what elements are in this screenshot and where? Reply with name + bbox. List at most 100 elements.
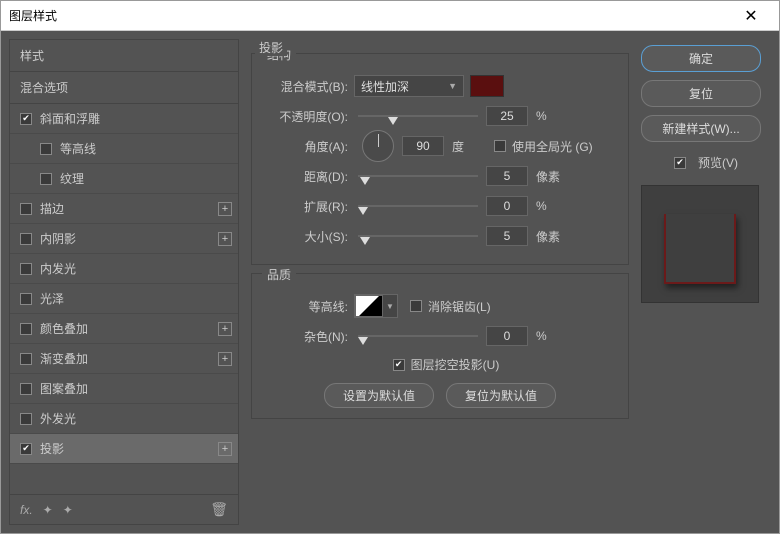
spread-slider[interactable]: [358, 195, 478, 217]
blend-mode-value: 线性加深: [361, 78, 409, 95]
style-checkbox[interactable]: [20, 323, 32, 335]
main-panel: 投影 结构 混合模式(B): 线性加深 ▼ 不透明度(O): 25 %: [247, 39, 633, 525]
preview-checkbox[interactable]: [674, 157, 686, 169]
sidebar-item-label: 颜色叠加: [40, 320, 218, 337]
antialias-label: 消除锯齿(L): [428, 298, 491, 315]
angle-input[interactable]: 90: [402, 136, 444, 156]
sidebar-item-5[interactable]: 内发光: [10, 254, 238, 284]
quality-label: 品质: [262, 266, 296, 283]
contour-label: 等高线:: [264, 298, 354, 315]
shadow-color-swatch[interactable]: [470, 75, 504, 97]
trash-icon[interactable]: 🗑: [210, 501, 228, 518]
section-title: 投影: [255, 39, 287, 56]
antialias-checkbox[interactable]: [410, 300, 422, 312]
unit-px: 像素: [536, 168, 566, 185]
style-checkbox[interactable]: [20, 203, 32, 215]
sidebar-item-label: 渐变叠加: [40, 350, 218, 367]
down-arrow-icon[interactable]: ✦: [63, 503, 73, 517]
sidebar-item-3[interactable]: 描边+: [10, 194, 238, 224]
size-input[interactable]: 5: [486, 226, 528, 246]
unit-px: 像素: [536, 228, 566, 245]
fx-icon[interactable]: fx.: [20, 503, 33, 517]
opacity-label: 不透明度(O):: [264, 108, 354, 125]
knockout-label: 图层挖空投影(U): [411, 356, 500, 373]
right-panel: 确定 复位 新建样式(W)... 预览(V): [641, 39, 771, 525]
sidebar-item-label: 内阴影: [40, 230, 218, 247]
noise-slider[interactable]: [358, 325, 478, 347]
style-checkbox[interactable]: [20, 263, 32, 275]
sidebar-item-label: 描边: [40, 200, 218, 217]
chevron-down-icon: ▼: [448, 81, 457, 91]
style-checkbox[interactable]: [40, 173, 52, 185]
close-button[interactable]: ✕: [731, 1, 771, 31]
chevron-down-icon: ▼: [383, 295, 397, 317]
sidebar-item-6[interactable]: 光泽: [10, 284, 238, 314]
sidebar-item-0[interactable]: 斜面和浮雕: [10, 104, 238, 134]
size-label: 大小(S):: [264, 228, 354, 245]
blend-mode-label: 混合模式(B):: [264, 78, 354, 95]
sidebar-item-10[interactable]: 外发光: [10, 404, 238, 434]
size-slider[interactable]: [358, 225, 478, 247]
sidebar-item-label: 内发光: [40, 260, 232, 277]
add-effect-icon[interactable]: +: [218, 202, 232, 216]
add-effect-icon[interactable]: +: [218, 352, 232, 366]
blend-mode-select[interactable]: 线性加深 ▼: [354, 75, 464, 97]
global-light-label: 使用全局光 (G): [512, 138, 593, 155]
sidebar-item-2[interactable]: 纹理: [10, 164, 238, 194]
distance-label: 距离(D):: [264, 168, 354, 185]
noise-input[interactable]: 0: [486, 326, 528, 346]
style-checkbox[interactable]: [20, 383, 32, 395]
ok-button[interactable]: 确定: [641, 45, 761, 72]
global-light-checkbox[interactable]: [494, 140, 506, 152]
new-style-button[interactable]: 新建样式(W)...: [641, 115, 761, 142]
sidebar-item-label: 外发光: [40, 410, 232, 427]
opacity-input[interactable]: 25: [486, 106, 528, 126]
preview-shape: [664, 214, 736, 284]
preview-thumbnail: [641, 185, 759, 303]
style-checkbox[interactable]: [20, 353, 32, 365]
style-checkbox[interactable]: [20, 233, 32, 245]
style-checkbox[interactable]: [40, 143, 52, 155]
sidebar-item-1[interactable]: 等高线: [10, 134, 238, 164]
spread-input[interactable]: 0: [486, 196, 528, 216]
knockout-checkbox[interactable]: [393, 359, 405, 371]
window-title: 图层样式: [9, 7, 731, 24]
sidebar-item-label: 纹理: [60, 170, 232, 187]
style-checkbox[interactable]: [20, 443, 32, 455]
reset-default-button[interactable]: 复位为默认值: [446, 383, 556, 408]
spread-label: 扩展(R):: [264, 198, 354, 215]
sidebar-item-9[interactable]: 图案叠加: [10, 374, 238, 404]
sidebar-item-8[interactable]: 渐变叠加+: [10, 344, 238, 374]
sidebar-item-label: 图案叠加: [40, 380, 232, 397]
sidebar-footer: fx. ✦ ✦ 🗑: [10, 494, 238, 524]
style-checkbox[interactable]: [20, 413, 32, 425]
opacity-slider[interactable]: [358, 105, 478, 127]
noise-label: 杂色(N):: [264, 328, 354, 345]
preview-label: 预览(V): [698, 154, 738, 171]
add-effect-icon[interactable]: +: [218, 442, 232, 456]
style-checkbox[interactable]: [20, 293, 32, 305]
unit-degree: 度: [452, 138, 482, 155]
sidebar-header: 样式: [10, 40, 238, 72]
distance-slider[interactable]: [358, 165, 478, 187]
up-arrow-icon[interactable]: ✦: [43, 503, 53, 517]
sidebar-item-label: 投影: [40, 440, 218, 457]
unit-percent: %: [536, 329, 566, 343]
cancel-button[interactable]: 复位: [641, 80, 761, 107]
add-effect-icon[interactable]: +: [218, 322, 232, 336]
style-checkbox[interactable]: [20, 113, 32, 125]
add-effect-icon[interactable]: +: [218, 232, 232, 246]
angle-dial[interactable]: [362, 130, 394, 162]
contour-swatch: [355, 295, 383, 317]
sidebar-item-7[interactable]: 颜色叠加+: [10, 314, 238, 344]
sidebar-blending-options[interactable]: 混合选项: [10, 72, 238, 104]
sidebar-item-label: 光泽: [40, 290, 232, 307]
distance-input[interactable]: 5: [486, 166, 528, 186]
angle-label: 角度(A):: [264, 138, 354, 155]
contour-picker[interactable]: ▼: [354, 294, 398, 318]
set-default-button[interactable]: 设置为默认值: [324, 383, 434, 408]
styles-sidebar: 样式 混合选项 斜面和浮雕等高线纹理描边+内阴影+内发光光泽颜色叠加+渐变叠加+…: [9, 39, 239, 525]
sidebar-item-11[interactable]: 投影+: [10, 434, 238, 464]
sidebar-item-4[interactable]: 内阴影+: [10, 224, 238, 254]
titlebar: 图层样式 ✕: [1, 1, 779, 31]
